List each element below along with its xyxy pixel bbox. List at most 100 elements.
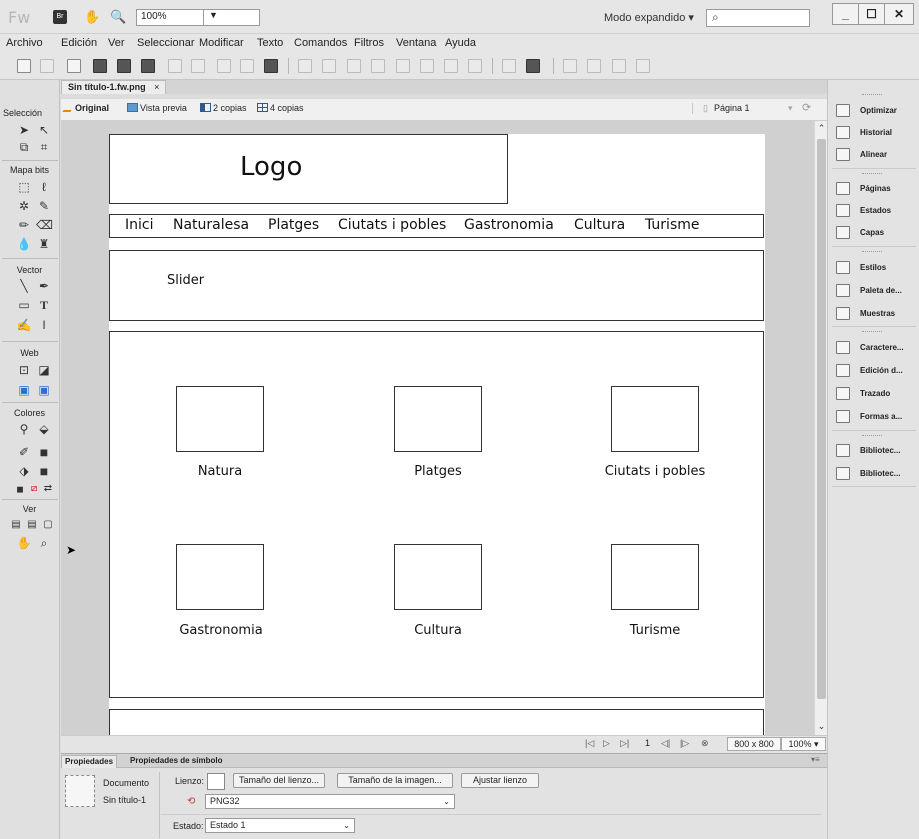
panel-grip[interactable] xyxy=(862,331,882,333)
rubber-stamp-tool-icon[interactable]: ♜ xyxy=(36,237,52,251)
eyedropper-tool-icon[interactable]: ⚲ xyxy=(16,422,32,436)
page-selector[interactable]: ▯ Página 1 xyxy=(692,103,749,114)
panel-grip[interactable] xyxy=(862,251,882,253)
fit-canvas-button[interactable]: Ajustar lienzo xyxy=(461,773,539,788)
send-backward-icon[interactable] xyxy=(444,59,458,73)
knife-tool-icon[interactable]: ǀ xyxy=(36,318,52,332)
paint-bucket-tool-icon[interactable]: ⬙ xyxy=(36,422,52,436)
panel-estados[interactable]: Estados xyxy=(836,202,919,220)
redo-icon[interactable] xyxy=(191,59,205,73)
menu-ver[interactable]: Ver xyxy=(108,37,125,49)
menu-edicion[interactable]: Edición xyxy=(61,37,97,49)
canvas-size-button[interactable]: Tamaño del lienzo... xyxy=(233,773,325,788)
menu-texto[interactable]: Texto xyxy=(257,37,283,49)
bridge-button[interactable]: Br xyxy=(53,10,67,24)
panel-biblioteca-2[interactable]: Bibliotec... xyxy=(836,465,919,483)
state-select[interactable]: Estado 1 ⌄ xyxy=(205,818,355,833)
panel-caracteres[interactable]: Caractere... xyxy=(836,339,919,357)
page-options-icon[interactable]: ⟳ xyxy=(802,101,811,114)
page-dropdown-icon[interactable]: ▾ xyxy=(788,103,793,114)
align-icon[interactable] xyxy=(526,59,540,73)
bring-front-icon[interactable] xyxy=(396,59,410,73)
scale-tool-icon[interactable]: ⧉ xyxy=(16,140,32,154)
rotate-left-icon[interactable] xyxy=(563,59,577,73)
scroll-up-icon[interactable]: ⌃ xyxy=(816,123,827,134)
menu-ventana[interactable]: Ventana xyxy=(396,37,436,49)
panel-menu-icon[interactable]: ▾≡ xyxy=(811,755,820,764)
standard-screen-icon[interactable]: ▤ xyxy=(8,518,24,532)
cut-icon[interactable] xyxy=(217,59,231,73)
prev-frame-icon[interactable]: ◁| xyxy=(661,738,670,749)
pointer-tool-icon[interactable]: ➤ xyxy=(16,123,32,137)
scroll-down-icon[interactable]: ⌄ xyxy=(816,721,827,732)
canvas-color-swatch[interactable] xyxy=(207,773,225,790)
menu-ayuda[interactable]: Ayuda xyxy=(445,37,476,49)
full-screen-icon[interactable]: ▢ xyxy=(40,518,56,532)
fill-swatch-icon[interactable]: ■ xyxy=(36,464,52,478)
magic-wand-tool-icon[interactable]: ✲ xyxy=(16,199,32,213)
line-tool-icon[interactable]: ╲ xyxy=(16,279,32,293)
paste-icon[interactable] xyxy=(264,59,278,73)
new-file-icon[interactable] xyxy=(17,59,31,73)
group-icon[interactable] xyxy=(298,59,312,73)
distribute-icon[interactable] xyxy=(502,59,516,73)
join-icon[interactable] xyxy=(347,59,361,73)
panel-formas[interactable]: Formas a... xyxy=(836,408,919,426)
panel-muestras[interactable]: Muestras xyxy=(836,305,919,323)
flip-vertical-icon[interactable] xyxy=(636,59,650,73)
split-icon[interactable] xyxy=(371,59,385,73)
fill-color-icon[interactable]: ⬗ xyxy=(16,464,32,478)
minimize-button[interactable]: _ xyxy=(832,3,859,25)
vertical-scrollbar[interactable]: ⌃ ⌄ xyxy=(814,121,827,735)
slice-tool-icon[interactable]: ◪ xyxy=(36,363,52,377)
zoom-select[interactable]: 100% ▼ xyxy=(136,9,260,26)
export-frame-icon[interactable]: ⊗ xyxy=(701,738,709,749)
tab-propiedades[interactable]: Propiedades xyxy=(61,755,118,768)
save-icon[interactable] xyxy=(40,59,54,73)
bring-forward-icon[interactable] xyxy=(420,59,434,73)
rectangle-tool-icon[interactable]: ▭ xyxy=(16,298,32,312)
panel-paginas[interactable]: Páginas xyxy=(836,180,919,198)
panel-estilos[interactable]: Estilos xyxy=(836,259,919,277)
rotate-right-icon[interactable] xyxy=(587,59,601,73)
scrollbar-thumb[interactable] xyxy=(817,139,826,699)
image-size-button[interactable]: Tamaño de la imagen... xyxy=(337,773,453,788)
text-tool-icon[interactable]: T xyxy=(36,298,52,312)
document-canvas[interactable]: Logo Inici Naturalesa Platges Ciutats i … xyxy=(109,134,765,735)
open-icon[interactable] xyxy=(67,59,81,73)
panel-grip[interactable] xyxy=(862,94,882,96)
undo-icon[interactable] xyxy=(168,59,182,73)
menu-seleccionar[interactable]: Seleccionar xyxy=(137,37,194,49)
panel-paleta[interactable]: Paleta de... xyxy=(836,282,919,300)
panel-grip[interactable] xyxy=(862,435,882,437)
print-icon[interactable] xyxy=(141,59,155,73)
next-frame-icon[interactable]: |▷ xyxy=(680,738,689,749)
close-button[interactable]: ✕ xyxy=(884,3,914,25)
copy-icon[interactable] xyxy=(240,59,254,73)
crop-tool-icon[interactable]: ⌗ xyxy=(36,140,52,154)
play-icon[interactable]: ▷ xyxy=(603,738,610,749)
swap-colors-icon[interactable]: ⇄ xyxy=(40,482,56,496)
close-tab-icon[interactable]: × xyxy=(154,82,159,92)
menu-comandos[interactable]: Comandos xyxy=(294,37,347,49)
panel-capas[interactable]: Capas xyxy=(836,224,919,242)
hand-tool-icon[interactable]: ✋ xyxy=(16,536,32,550)
first-frame-icon[interactable]: |◁ xyxy=(585,738,594,749)
view-preview-tab[interactable]: Vista previa xyxy=(127,103,187,113)
panel-historial[interactable]: Historial xyxy=(836,124,919,142)
blur-tool-icon[interactable]: 💧 xyxy=(16,237,32,251)
search-input[interactable]: ⌕ xyxy=(706,9,810,27)
hide-slices-icon[interactable]: ▣ xyxy=(16,383,32,397)
subselect-tool-icon[interactable]: ↖ xyxy=(36,123,52,137)
hand-tool-icon[interactable]: ✋ xyxy=(84,9,100,25)
eraser-tool-icon[interactable]: ⌫ xyxy=(36,218,53,232)
panel-alinear[interactable]: Alinear xyxy=(836,146,919,164)
document-tab[interactable]: Sin título-1.fw.png × xyxy=(61,80,167,94)
lasso-tool-icon[interactable]: ℓ xyxy=(36,180,52,194)
panel-grip[interactable] xyxy=(862,173,882,175)
format-select[interactable]: PNG32 ⌄ xyxy=(205,794,455,809)
view-4up-tab[interactable]: 4 copias xyxy=(257,103,304,113)
maximize-button[interactable]: ☐ xyxy=(858,3,885,25)
show-slices-icon[interactable]: ▣ xyxy=(36,383,52,397)
last-frame-icon[interactable]: ▷| xyxy=(620,738,629,749)
